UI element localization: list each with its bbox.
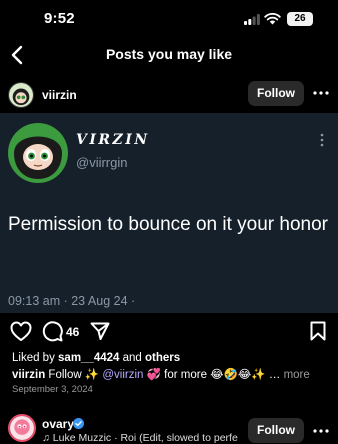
tweet-display-name: VIRZIN [76, 132, 150, 148]
next-avatar[interactable] [8, 414, 36, 442]
liked-by-middle: and [119, 352, 146, 364]
tweet-meta: 09:13 am · 23 Aug 24 · [8, 294, 136, 308]
wifi-icon [264, 13, 281, 25]
liked-by-user[interactable]: sam__4424 [58, 352, 119, 364]
post-username[interactable]: viirzin [42, 88, 77, 102]
heart-icon[interactable] [10, 321, 32, 342]
liked-by-text[interactable]: Liked by sam__4424 and others [12, 352, 180, 364]
bookmark-icon[interactable] [310, 321, 326, 341]
post-date: September 3, 2024 [12, 384, 93, 395]
next-post-username[interactable]: ovary [42, 417, 74, 431]
tweet-handle: @viirrgin [76, 155, 128, 170]
caption-text-1: Follow ✨ [45, 369, 103, 381]
tweet-avatar [8, 123, 68, 183]
liked-by-prefix: Liked by [12, 352, 59, 364]
caption: viirzin Follow ✨ @viirzin 💞 for more 😂🤣😂… [12, 367, 332, 381]
liked-by-others[interactable]: others [145, 352, 180, 364]
status-bar: 9:52 26 [0, 0, 338, 40]
follow-button-next[interactable]: Follow [248, 418, 304, 443]
share-icon[interactable] [90, 321, 110, 341]
caption-username[interactable]: viirzin [12, 369, 45, 381]
verified-icon [73, 418, 84, 429]
more-icon[interactable] [312, 422, 330, 440]
signal-icon [244, 14, 260, 25]
battery-icon: 26 [287, 12, 313, 26]
avatar[interactable] [8, 82, 34, 108]
comment-icon[interactable] [42, 321, 63, 342]
status-time: 9:52 [44, 10, 75, 27]
caption-text-2: 💞 for more 😂🤣😂✨ … [143, 369, 284, 381]
tweet-more-icon [320, 133, 324, 147]
page-title: Posts you may like [105, 46, 233, 62]
next-post-audio[interactable]: ♫ Luke Muzzic · Roi (Edit, slowed to per… [42, 432, 238, 444]
comment-count: 46 [66, 325, 80, 339]
more-icon[interactable] [312, 84, 330, 102]
caption-more-link[interactable]: more [284, 369, 310, 381]
tweet-text: Permission to bounce on it your honor [8, 214, 329, 235]
follow-button[interactable]: Follow [248, 81, 304, 106]
caption-mention[interactable]: @viirzin [102, 369, 143, 381]
